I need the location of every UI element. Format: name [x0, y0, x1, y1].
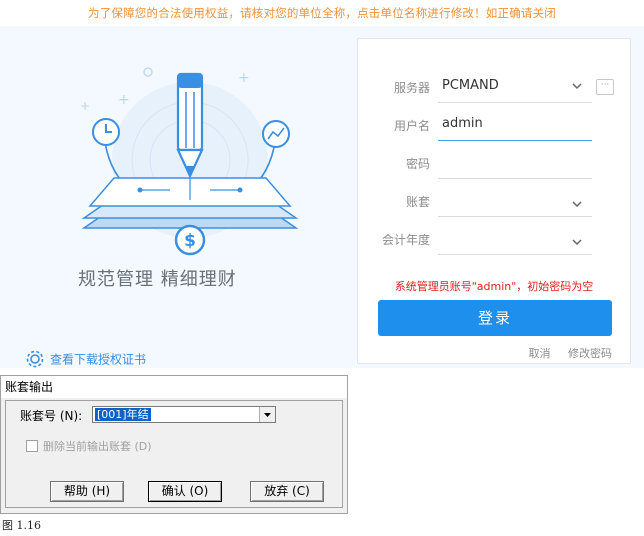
abandon-button[interactable]: 放弃 (C): [250, 481, 324, 502]
year-field[interactable]: 会计年度: [358, 225, 630, 255]
dialog-title: 账套输出: [1, 376, 347, 398]
chevron-down-icon[interactable]: [572, 81, 582, 91]
account-label: 账套: [405, 195, 430, 209]
password-underline: [438, 178, 592, 179]
delete-account-checkbox[interactable]: 删除当前输出账套 (D): [26, 438, 152, 454]
year-underline: [438, 254, 592, 255]
password-field[interactable]: 密码: [358, 149, 630, 179]
username-value[interactable]: admin: [442, 116, 483, 131]
server-field[interactable]: 服务器 PCMAND ···: [358, 73, 630, 103]
chevron-down-icon[interactable]: [572, 237, 582, 247]
svg-text:+: +: [118, 92, 130, 108]
year-label: 会计年度: [381, 233, 430, 247]
finance-illustration: + + + $: [80, 67, 299, 256]
cancel-link[interactable]: 取消: [529, 347, 551, 360]
server-label: 服务器: [393, 81, 430, 95]
svg-text:$: $: [184, 231, 196, 251]
server-value[interactable]: PCMAND: [442, 78, 499, 93]
figure-caption: 图 1.16: [2, 519, 41, 532]
dialog-body: 账套号 (N): [001]年结 删除当前输出账套 (D) 帮助 (H) 确认 …: [5, 400, 343, 508]
help-button[interactable]: 帮助 (H): [50, 481, 124, 502]
dropdown-arrow-icon[interactable]: [259, 407, 275, 422]
change-password-link[interactable]: 修改密码: [568, 347, 612, 360]
svg-text:+: +: [80, 99, 90, 113]
account-underline: [438, 216, 592, 217]
notice-banner[interactable]: 为了保障您的合法使用权益，请核对您的单位全称，点击单位名称进行修改！如正确请关闭: [0, 0, 644, 26]
slogan-text: 规范管理 精细理财: [78, 269, 237, 290]
admin-hint: 系统管理员账号"admin"，初始密码为空: [394, 280, 594, 293]
account-number-value: [001]年结: [95, 408, 151, 421]
chevron-down-icon[interactable]: [572, 199, 582, 209]
login-screenshot: 为了保障您的合法使用权益，请核对您的单位全称，点击单位名称进行修改！如正确请关闭…: [0, 0, 644, 368]
account-field[interactable]: 账套: [358, 187, 630, 217]
username-label: 用户名: [393, 119, 430, 133]
account-export-dialog: 账套输出 账套号 (N): [001]年结 删除当前输出账套 (D) 帮助 (H…: [0, 375, 348, 514]
server-underline: [438, 102, 592, 103]
delete-account-label: 删除当前输出账套 (D): [43, 440, 152, 453]
username-underline: [438, 140, 592, 141]
certificate-link-label: 查看下载授权证书: [50, 352, 147, 367]
password-label: 密码: [405, 157, 430, 171]
account-number-select[interactable]: [001]年结: [92, 406, 276, 423]
login-panel: 服务器 PCMAND ··· 用户名 admin 密码 账套 会计年度 系统管理…: [357, 38, 631, 364]
username-field[interactable]: 用户名 admin: [358, 111, 630, 141]
gear-icon: [26, 350, 44, 368]
ellipsis-icon[interactable]: ···: [596, 79, 614, 95]
bottom-links: 取消 修改密码: [515, 345, 613, 361]
certificate-link[interactable]: 查看下载授权证书: [26, 350, 146, 368]
svg-text:+: +: [238, 70, 250, 86]
login-button[interactable]: 登录: [378, 300, 612, 336]
confirm-button[interactable]: 确认 (O): [148, 481, 222, 502]
checkbox-box[interactable]: [26, 440, 38, 452]
account-number-label: 账套号 (N):: [20, 409, 83, 423]
